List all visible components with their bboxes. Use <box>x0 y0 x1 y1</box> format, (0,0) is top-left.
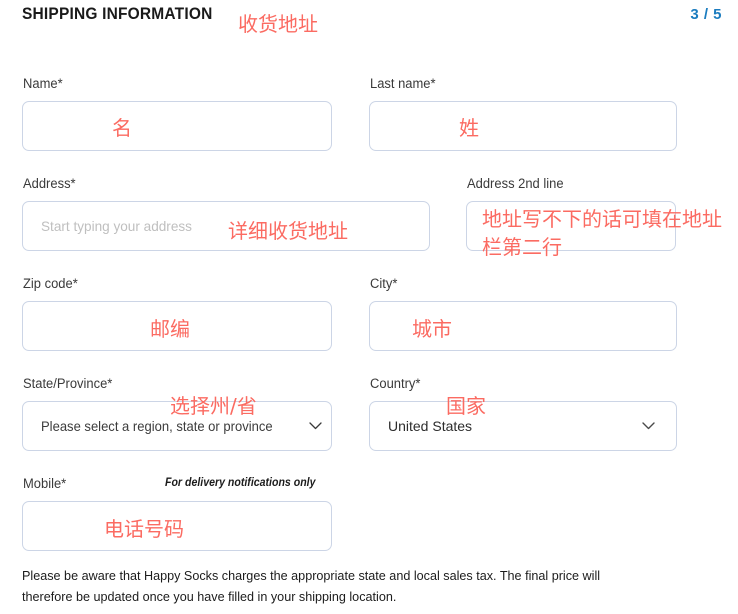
last-name-input[interactable] <box>369 101 677 151</box>
sales-tax-note: Please be aware that Happy Socks charges… <box>22 568 601 604</box>
state-province-placeholder: Please select a region, state or provinc… <box>41 418 273 434</box>
shipping-information-form: SHIPPING INFORMATION 3 / 5 收货地址 Name* 名 … <box>0 0 738 614</box>
address-2nd-line-input[interactable] <box>466 201 676 251</box>
mobile-input[interactable] <box>22 501 332 551</box>
mobile-label: Mobile* <box>23 476 67 491</box>
state-province-label: State/Province* <box>23 376 113 391</box>
mobile-hint: For delivery notifications only <box>165 477 316 489</box>
address-label: Address* <box>23 176 76 191</box>
first-name-input[interactable] <box>22 101 332 151</box>
last-name-label: Last name* <box>370 76 436 91</box>
address-2nd-line-label: Address 2nd line <box>467 176 564 191</box>
step-counter: 3 / 5 <box>690 6 722 23</box>
country-label: Country* <box>370 376 421 391</box>
page-title: SHIPPING INFORMATION <box>22 5 213 23</box>
country-selected-value: United States <box>388 418 473 434</box>
chevron-down-icon <box>642 422 655 430</box>
first-name-label: Name* <box>23 76 63 91</box>
form-header: SHIPPING INFORMATION 3 / 5 <box>22 5 722 35</box>
zip-code-label: Zip code* <box>23 276 78 291</box>
city-label: City* <box>370 276 398 291</box>
country-select[interactable]: United States <box>369 401 677 451</box>
zip-code-input[interactable] <box>22 301 332 351</box>
city-input[interactable] <box>369 301 677 351</box>
state-province-select[interactable]: Please select a region, state or provinc… <box>22 401 332 451</box>
chevron-down-icon <box>309 422 322 430</box>
address-input[interactable]: Start typing your address <box>22 201 430 251</box>
address-placeholder: Start typing your address <box>41 218 192 234</box>
